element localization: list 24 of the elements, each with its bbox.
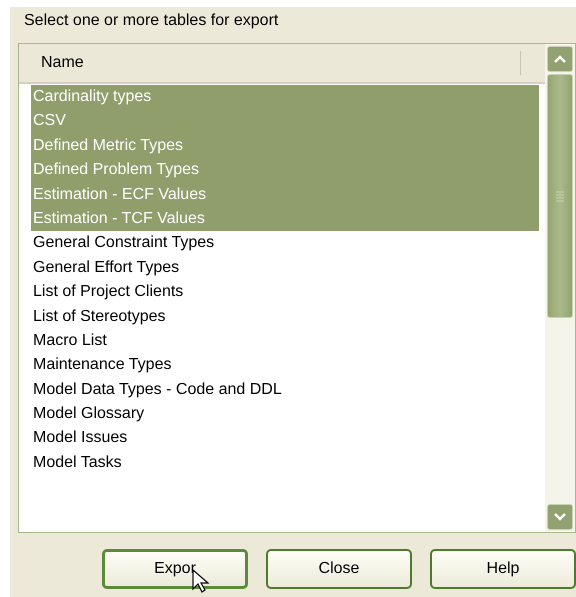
scrollbar[interactable] xyxy=(545,44,575,532)
instruction-text: Select one or more tables for export xyxy=(23,11,280,31)
dialog-button[interactable]: Expor xyxy=(102,549,248,589)
column-header[interactable]: Name xyxy=(19,44,545,84)
table-row[interactable]: Maintenance Types xyxy=(31,353,539,378)
table-row[interactable]: Macro List xyxy=(31,328,539,354)
table-row[interactable]: List of Stereotypes xyxy=(31,304,539,329)
down-caret-icon xyxy=(553,512,567,522)
table-list[interactable] xyxy=(18,43,576,533)
scroll-up-button[interactable] xyxy=(547,46,573,72)
column-header-label: Name xyxy=(40,53,84,73)
table-row[interactable]: Model Tasks xyxy=(31,450,539,476)
dialog-button[interactable]: Help xyxy=(430,549,576,589)
scroll-thumb[interactable] xyxy=(547,74,573,318)
table-row[interactable]: List of Project Clients xyxy=(31,280,539,305)
table-row[interactable]: General Constraint Types xyxy=(31,231,539,256)
table-row[interactable]: General Effort Types xyxy=(31,256,539,280)
table-row[interactable]: Model Data Types - Code and DDL xyxy=(31,378,539,402)
dialog-button[interactable]: Close xyxy=(266,549,412,589)
grip-icon xyxy=(555,190,565,202)
up-caret-icon xyxy=(553,54,567,64)
scroll-down-button[interactable] xyxy=(547,504,573,530)
table-row[interactable]: Model Issues xyxy=(31,426,539,451)
table-row[interactable]: Model Glossary xyxy=(31,402,539,426)
